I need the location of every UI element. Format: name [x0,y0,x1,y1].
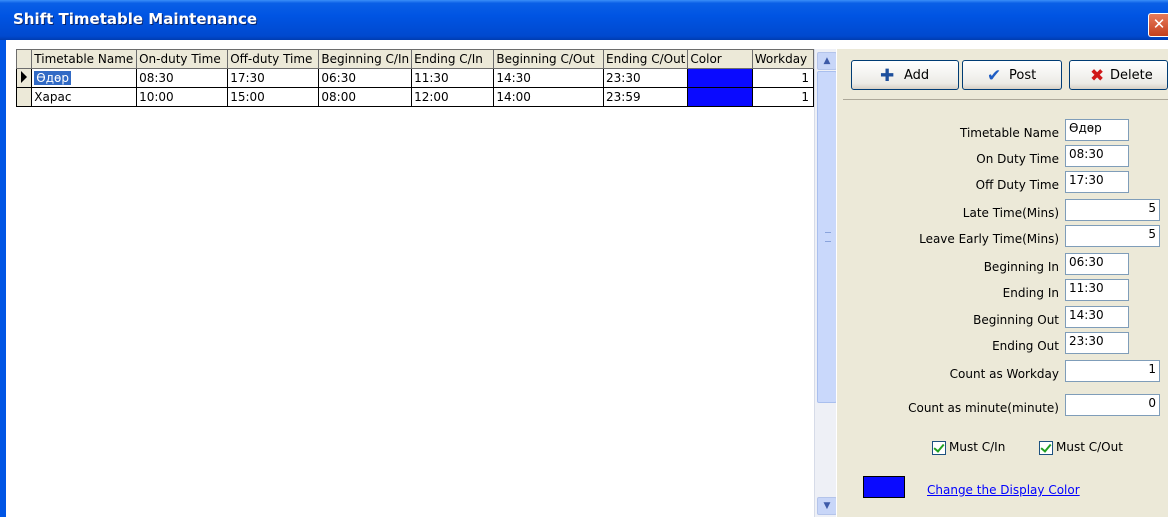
display-color-swatch [863,476,905,498]
beginning-in-input[interactable]: 06:30 [1065,253,1129,275]
cell-beginning-cin[interactable]: 08:00 [318,87,413,107]
cell-timetable-name[interactable]: Харас [31,87,138,107]
cell-off-duty[interactable]: 17:30 [227,68,320,88]
cell-text: Өдөр [34,71,71,85]
cell-timetable-name[interactable]: Өдөр [31,68,138,88]
off-duty-label: Off Duty Time [975,178,1059,192]
row-pointer-icon [21,70,28,83]
cell-ending-cin[interactable]: 12:00 [411,87,495,107]
ending-out-input[interactable]: 23:30 [1065,332,1129,354]
column-header[interactable]: Ending C/Out [603,49,689,69]
column-header[interactable]: Off-duty Time [227,49,320,69]
close-icon: ✕ [1152,15,1166,33]
change-display-color-link[interactable]: Change the Display Color [927,483,1080,497]
grip-icon [825,232,831,242]
timetable-name-input[interactable]: Өдөр [1065,119,1129,141]
current-row-indicator [15,68,33,88]
plus-icon: ✚ [880,66,895,86]
table-row[interactable]: Өдөр 08:30 17:30 06:30 11:30 14:30 23:30… [15,68,815,88]
ending-in-input[interactable]: 11:30 [1065,279,1129,301]
on-duty-label: On Duty Time [976,152,1059,166]
cell-beginning-cout[interactable]: 14:00 [493,87,605,107]
delete-button[interactable]: ✖ Delete [1069,60,1168,90]
chevron-down-icon: ▼ [823,501,831,511]
add-button[interactable]: ✚ Add [851,60,959,90]
timetable-grid: Timetable Name On-duty Time Off-duty Tim… [6,40,815,517]
chevron-up-icon: ▲ [823,56,831,66]
column-header[interactable]: Color [687,49,753,69]
add-label: Add [904,68,930,83]
timetable-name-label: Timetable Name [960,126,1059,140]
timetable-table: Timetable Name On-duty Time Off-duty Tim… [15,49,815,107]
cell-color[interactable] [687,68,753,88]
cell-on-duty[interactable]: 10:00 [136,87,229,107]
cell-off-duty[interactable]: 15:00 [227,87,320,107]
beginning-in-label: Beginning In [983,260,1059,274]
post-button[interactable]: ✔ Post [962,60,1062,90]
late-time-label: Late Time(Mins) [962,206,1059,220]
must-cout-checkbox[interactable]: Must C/Out [1039,440,1123,455]
count-minute-input[interactable]: 0 [1065,394,1160,416]
off-duty-input[interactable]: 17:30 [1065,171,1129,193]
cell-color[interactable] [687,87,753,107]
must-cin-label: Must C/In [949,440,1006,454]
leave-early-label: Leave Early Time(Mins) [919,232,1059,246]
column-header[interactable]: Beginning C/In [318,49,413,69]
grid-header-row: Timetable Name On-duty Time Off-duty Tim… [15,49,815,69]
table-row[interactable]: Харас 10:00 15:00 08:00 12:00 14:00 23:5… [15,87,815,107]
late-time-input[interactable]: 5 [1065,199,1160,221]
ending-out-label: Ending Out [992,339,1059,353]
column-header[interactable]: Timetable Name [31,49,138,69]
title-bar: Shift Timetable Maintenance ✕ [0,0,1168,40]
count-minute-label: Count as minute(minute) [908,401,1059,415]
cell-on-duty[interactable]: 08:30 [136,68,229,88]
scroll-down-button[interactable]: ▼ [817,497,837,515]
scrollbar-thumb[interactable] [817,71,837,403]
delete-label: Delete [1110,68,1153,83]
beginning-out-input[interactable]: 14:30 [1065,306,1129,328]
cell-workday[interactable]: 1 [751,87,815,107]
column-header[interactable]: On-duty Time [136,49,229,69]
close-button[interactable]: ✕ [1148,13,1168,37]
beginning-out-label: Beginning Out [973,313,1059,327]
count-workday-input[interactable]: 1 [1065,360,1160,382]
row-indicator-header [15,49,33,69]
on-duty-input[interactable]: 08:30 [1065,145,1129,167]
cell-beginning-cin[interactable]: 06:30 [318,68,413,88]
window-title: Shift Timetable Maintenance [13,10,258,28]
ending-in-label: Ending In [1002,286,1059,300]
must-cin-checkbox[interactable]: Must C/In [932,440,1005,455]
must-cout-label: Must C/Out [1056,440,1123,454]
row-indicator [15,87,33,107]
column-header[interactable]: Workday [751,49,815,69]
scroll-up-button[interactable]: ▲ [817,52,837,70]
column-header[interactable]: Ending C/In [411,49,495,69]
cell-workday[interactable]: 1 [751,68,815,88]
post-label: Post [1009,68,1037,83]
toolbar: ✚ Add ✔ Post ✖ Delete [843,49,1168,100]
x-icon: ✖ [1090,66,1105,86]
count-workday-label: Count as Workday [949,367,1059,381]
column-header[interactable]: Beginning C/Out [493,49,605,69]
cell-ending-cout[interactable]: 23:30 [603,68,689,88]
checkmark-icon: ✔ [987,66,1002,86]
cell-ending-cin[interactable]: 11:30 [411,68,495,88]
leave-early-input[interactable]: 5 [1065,225,1160,247]
cell-ending-cout[interactable]: 23:59 [603,87,689,107]
checkbox-checked-icon [932,440,946,455]
checkbox-checked-icon [1039,440,1053,455]
vertical-scrollbar[interactable]: ▲ ▼ [814,49,837,517]
edit-panel: ✚ Add ✔ Post ✖ Delete Timetable Name Өдө… [843,49,1168,517]
cell-beginning-cout[interactable]: 14:30 [493,68,605,88]
